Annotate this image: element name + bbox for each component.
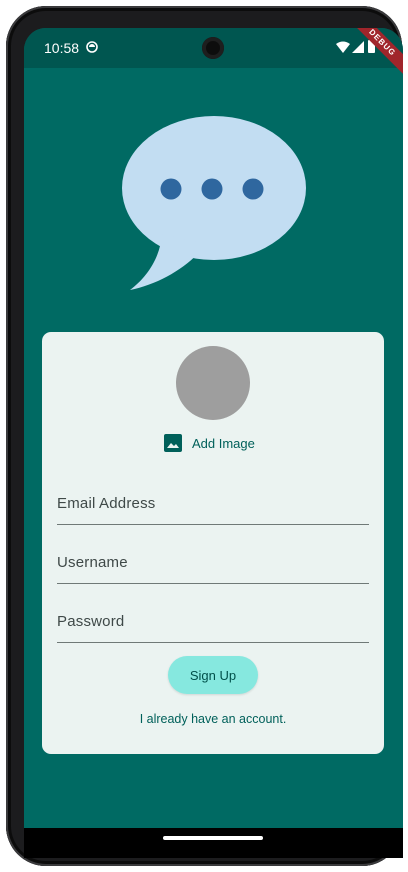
password-input[interactable] bbox=[57, 600, 369, 642]
sync-icon bbox=[86, 41, 98, 53]
home-indicator[interactable] bbox=[163, 836, 263, 840]
status-time: 10:58 bbox=[44, 40, 80, 56]
debug-banner: DEBUG bbox=[346, 28, 403, 79]
email-field bbox=[57, 482, 369, 525]
front-camera bbox=[202, 37, 224, 59]
wifi-icon bbox=[336, 41, 350, 53]
phone-frame: 10:58 DEBUG Add Image Email Address User… bbox=[6, 6, 403, 866]
bottom-bezel bbox=[24, 828, 403, 858]
email-input[interactable] bbox=[57, 482, 369, 524]
username-input[interactable] bbox=[57, 541, 369, 583]
sign-up-button[interactable]: Sign Up bbox=[168, 656, 258, 694]
add-image-button[interactable]: Add Image bbox=[164, 432, 255, 454]
status-bar: 10:58 DEBUG bbox=[24, 28, 403, 79]
image-icon bbox=[164, 434, 182, 452]
chat-bubble-icon bbox=[122, 116, 306, 290]
username-field bbox=[57, 541, 369, 584]
password-field bbox=[57, 600, 369, 643]
signup-card: Add Image Sign Up I already have an acco… bbox=[42, 332, 384, 754]
avatar-placeholder bbox=[176, 346, 250, 420]
login-link[interactable]: I already have an account. bbox=[42, 712, 384, 726]
signal-icon bbox=[352, 41, 364, 53]
add-image-label: Add Image bbox=[192, 435, 255, 451]
app-screen: 10:58 DEBUG Add Image Email Address User… bbox=[24, 28, 403, 842]
